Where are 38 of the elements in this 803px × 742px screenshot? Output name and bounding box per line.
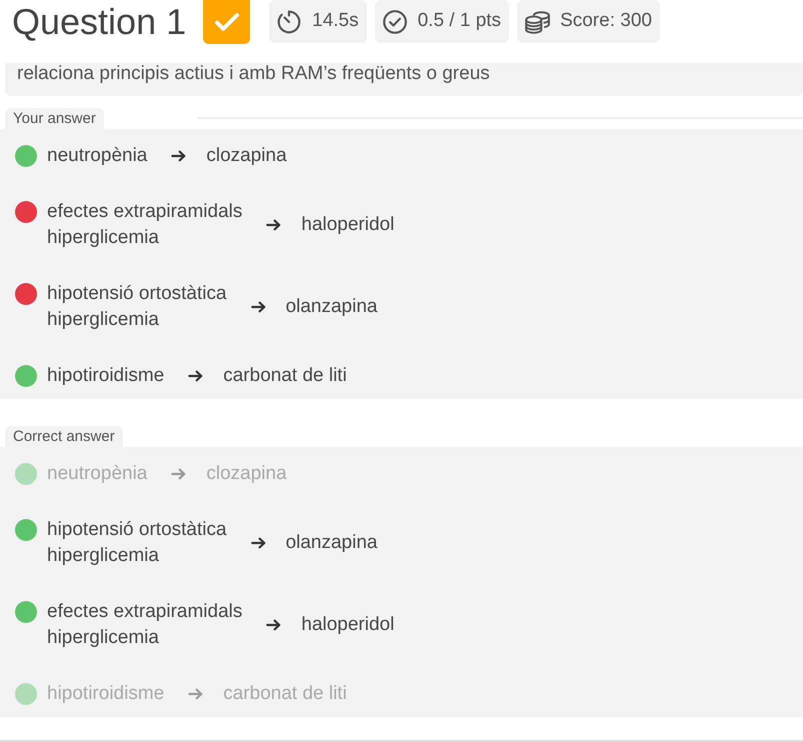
arrow-icon xyxy=(188,368,204,384)
match-term: hiperglicemia xyxy=(47,626,160,650)
match-term: neutropènia xyxy=(47,144,148,168)
match-term: efectes extrapiramidals xyxy=(47,200,242,224)
match-drug: haloperidol xyxy=(301,613,394,637)
arrow-icon xyxy=(266,217,282,233)
section-label: Your answer xyxy=(5,108,104,129)
points-label: 0.5 / 1 pts xyxy=(418,9,502,34)
arrow-icon xyxy=(250,299,267,315)
score-label: Score: 300 xyxy=(560,9,652,34)
match-term: hipotiroidisme xyxy=(47,364,164,388)
coins-icon xyxy=(524,8,550,34)
match-term: hiperglicemia xyxy=(47,226,160,250)
match-drug: olanzapina xyxy=(286,295,378,319)
match-term: hiperglicemia xyxy=(47,308,160,332)
arrow-icon xyxy=(171,466,188,482)
match-drug: clozapina xyxy=(206,144,287,168)
arrow-icon xyxy=(266,617,282,633)
match-term: hipotiroidisme xyxy=(47,682,164,706)
match-drug: olanzapina xyxy=(286,531,378,555)
match-drug: clozapina xyxy=(206,462,287,486)
match-term: neutropènia xyxy=(47,462,148,486)
match-drug: carbonat de liti xyxy=(223,682,347,706)
question-title: Question 1 xyxy=(12,0,186,44)
section-label: Correct answer xyxy=(5,426,123,447)
time-label: 14.5s xyxy=(312,9,359,34)
match-term: hipotensió ortostàtica xyxy=(47,282,227,306)
timer-icon xyxy=(276,8,302,34)
arrow-icon xyxy=(250,535,267,551)
match-drug: haloperidol xyxy=(301,213,394,237)
arrow-icon xyxy=(171,148,188,164)
arrow-icon xyxy=(188,686,204,702)
check-circle-icon xyxy=(382,8,408,34)
match-drug: carbonat de liti xyxy=(223,364,347,388)
match-term: efectes extrapiramidals xyxy=(47,600,242,624)
question-text: relaciona principis actius i amb RAM’s freqüents o greus xyxy=(17,64,491,84)
match-term: hiperglicemia xyxy=(47,544,160,568)
match-term: hipotensió ortostàtica xyxy=(47,518,227,542)
